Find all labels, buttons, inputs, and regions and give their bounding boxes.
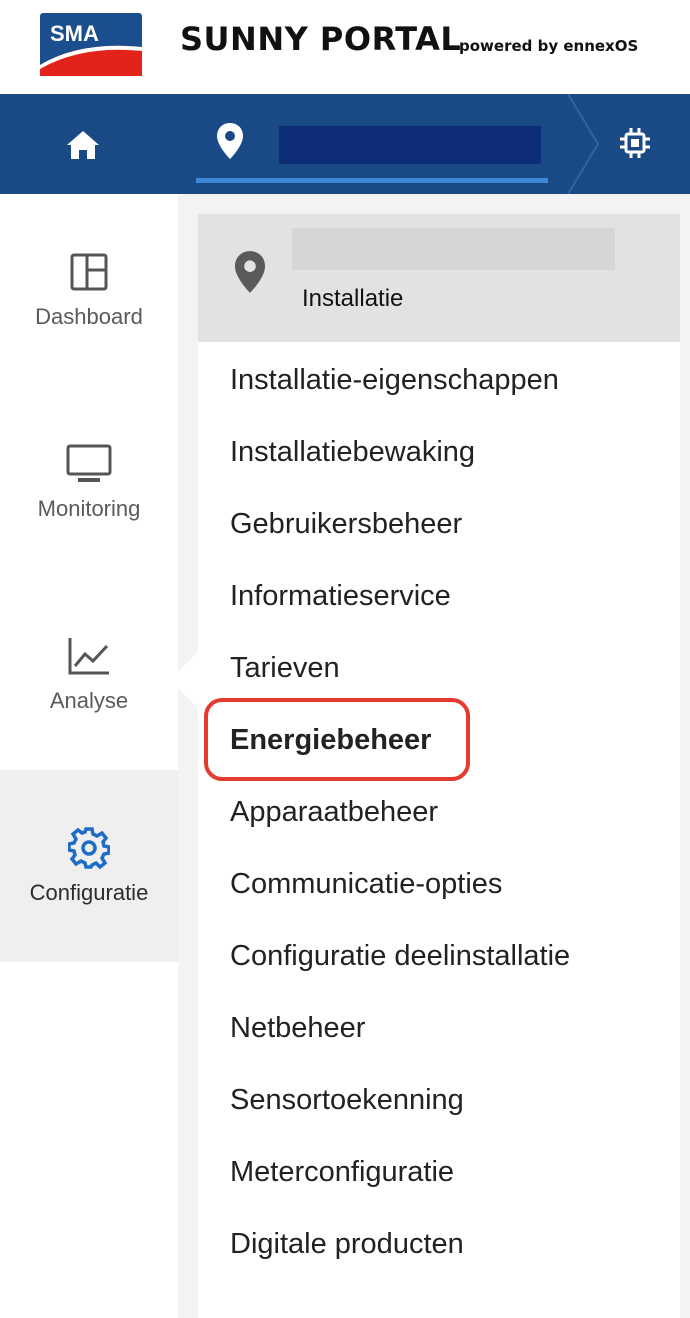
- sidebar-item-analyse[interactable]: Analyse: [0, 578, 178, 770]
- menu-item-informatieservice[interactable]: Informatieservice: [230, 580, 451, 613]
- active-item-caret: [170, 652, 198, 708]
- menu-item-meterconfiguratie[interactable]: Meterconfiguratie: [230, 1156, 454, 1189]
- breadcrumb-separator: [560, 94, 605, 194]
- sidebar-item-label: Monitoring: [37, 496, 141, 521]
- top-navbar: [0, 94, 690, 194]
- device-chip-icon[interactable]: [610, 118, 660, 168]
- gear-icon: [68, 827, 110, 869]
- sidebar-item-configuratie[interactable]: Configuratie: [0, 770, 178, 962]
- active-tab-indicator: [196, 178, 548, 183]
- dashboard-icon: [70, 252, 108, 292]
- highlight-box: [204, 698, 470, 781]
- sidebar: Dashboard Monitoring Analyse Configurati…: [0, 194, 178, 1318]
- panel-title: Installatie: [302, 285, 404, 312]
- logo-text: SMA: [50, 21, 99, 46]
- menu-item-netbeheer[interactable]: Netbeheer: [230, 1012, 365, 1045]
- location-selector[interactable]: [279, 126, 541, 164]
- home-icon[interactable]: [58, 120, 108, 170]
- menu-item-sensortoekenning[interactable]: Sensortoekenning: [230, 1084, 464, 1117]
- menu-item-installatiebewaking[interactable]: Installatiebewaking: [230, 436, 475, 469]
- app-subtitle: powered by ennexOS: [459, 37, 639, 55]
- sidebar-item-label: Configuratie: [29, 880, 149, 905]
- app-title: SUNNY PORTAL: [180, 20, 462, 58]
- menu-item-configuratie-deelinstallatie[interactable]: Configuratie deelinstallatie: [230, 940, 570, 973]
- menu-item-tarieven[interactable]: Tarieven: [230, 652, 340, 685]
- location-pin-icon[interactable]: [205, 116, 255, 166]
- sidebar-item-monitoring[interactable]: Monitoring: [0, 386, 178, 578]
- menu-item-apparaatbeheer[interactable]: Apparaatbeheer: [230, 796, 438, 829]
- location-pin-icon: [232, 250, 268, 298]
- app-header: SMA SUNNY PORTAL powered by ennexOS: [0, 0, 690, 94]
- chart-line-icon: [67, 636, 111, 676]
- sidebar-item-label: Analyse: [49, 688, 129, 713]
- menu-item-communicatie-opties[interactable]: Communicatie-opties: [230, 868, 502, 901]
- sidebar-item-dashboard[interactable]: Dashboard: [0, 194, 178, 386]
- installation-name-redacted: [292, 228, 615, 270]
- menu-item-gebruikersbeheer[interactable]: Gebruikersbeheer: [230, 508, 462, 541]
- sidebar-item-label: Dashboard: [35, 304, 143, 329]
- sma-logo[interactable]: SMA: [40, 13, 142, 76]
- menu-item-installatie-eigenschappen[interactable]: Installatie-eigenschappen: [230, 364, 559, 397]
- monitor-icon: [66, 444, 112, 484]
- menu-item-digitale-producten[interactable]: Digitale producten: [230, 1228, 464, 1261]
